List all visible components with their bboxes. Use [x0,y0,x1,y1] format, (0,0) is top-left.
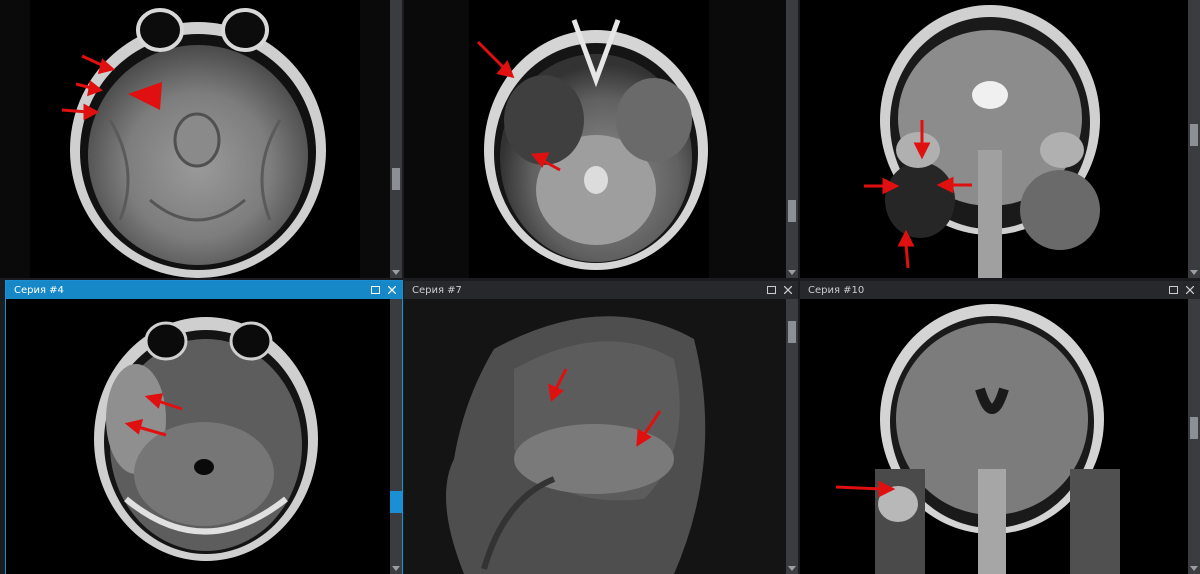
chevron-up-icon[interactable] [786,0,798,10]
viewer-6[interactable]: Серия #10 [800,281,1200,574]
close-icon[interactable] [385,283,399,297]
scrollbar[interactable] [1188,0,1200,278]
chevron-down-icon[interactable] [390,564,402,574]
chevron-down-icon[interactable] [786,564,798,574]
annotation-arrows [124,393,183,437]
scrollbar-thumb[interactable] [392,168,400,190]
scrollbar-thumb[interactable] [1190,417,1198,439]
scrollbar-thumb[interactable] [390,491,402,513]
scrollbar[interactable] [390,299,402,574]
chevron-down-icon[interactable] [390,268,402,278]
viewer-titlebar[interactable]: Серия #4 [6,281,402,299]
maximize-icon[interactable] [1166,283,1180,297]
series-title: Серия #4 [14,284,64,296]
scrollbar-thumb[interactable] [788,321,796,343]
close-icon[interactable] [1183,283,1197,297]
maximize-icon[interactable] [764,283,778,297]
annotation-arrows [61,54,162,121]
annotation-arrows [548,368,662,447]
scrollbar[interactable] [390,0,402,278]
scrollbar-thumb[interactable] [788,200,796,222]
chevron-up-icon[interactable] [390,0,402,10]
viewer-4[interactable]: Серия #4 [5,280,403,574]
annotation-arrows [864,120,972,269]
scrollbar[interactable] [1188,299,1200,574]
viewer-titlebar[interactable]: Серия #10 [800,281,1200,299]
chevron-down-icon[interactable] [1188,564,1200,574]
scrollbar-thumb[interactable] [1190,124,1198,146]
close-icon[interactable] [781,283,795,297]
chevron-up-icon[interactable] [786,299,798,309]
scrollbar[interactable] [786,0,798,278]
annotation-arrows [835,480,896,498]
annotation-arrows [476,40,561,172]
viewer-2[interactable] [404,0,798,278]
series-title: Серия #7 [412,284,462,296]
viewer-3[interactable] [800,0,1200,278]
chevron-up-icon[interactable] [1188,0,1200,10]
series-title: Серия #10 [808,284,865,296]
viewer-1[interactable] [0,0,402,278]
viewer-titlebar[interactable]: Серия #7 [404,281,798,299]
chevron-up-icon[interactable] [390,299,402,309]
chevron-down-icon[interactable] [1188,268,1200,278]
chevron-up-icon[interactable] [1188,299,1200,309]
scrollbar[interactable] [786,299,798,574]
viewer-5[interactable]: Серия #7 [404,281,798,574]
maximize-icon[interactable] [368,283,382,297]
chevron-down-icon[interactable] [786,268,798,278]
